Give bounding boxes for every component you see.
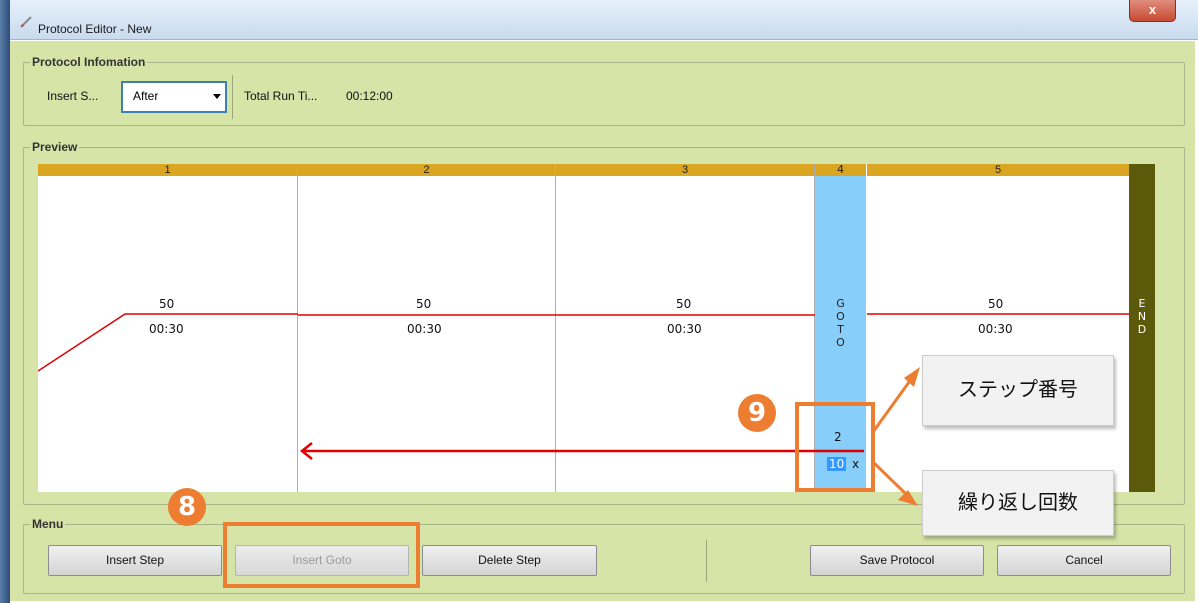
insert-step-label: Insert S... [47,89,99,103]
app-icon [20,16,32,28]
delete-step-button[interactable]: Delete Step [422,545,597,576]
save-protocol-button[interactable]: Save Protocol [810,545,984,576]
insert-position-value: After [133,89,159,103]
ramp-line [38,313,126,372]
title-bar[interactable]: Protocol Editor - New x [10,0,1198,40]
callout-step-number: ステップ番号 [922,355,1114,426]
protocol-info-title: Protocol Infomation [30,55,148,69]
goto-settings-highlight [795,402,875,492]
background-window-edge [0,0,10,603]
cancel-button[interactable]: Cancel [997,545,1171,576]
close-button[interactable]: x [1129,0,1176,22]
protocol-editor-window: Protocol Editor - New x Protocol Infomat… [0,0,1198,603]
step-badge-8: 8 [168,488,206,526]
window-title: Protocol Editor - New [38,22,152,36]
total-run-time-label: Total Run Ti... [244,89,318,103]
step-badge-9: 9 [738,394,776,432]
info-divider [232,75,233,119]
menu-divider [706,540,707,582]
temperature-profile-lines [38,313,1129,460]
insert-goto-highlight [223,522,420,588]
insert-position-dropdown[interactable]: After [121,81,227,113]
protocol-preview: 1 50 00:30 2 50 00:30 3 50 00:30 4 G O T… [38,164,1155,492]
menu-title: Menu [30,517,66,531]
protocol-info-group: Protocol Infomation Insert S... After To… [23,55,1185,126]
preview-title: Preview [30,140,80,154]
chevron-down-icon[interactable] [213,94,221,99]
total-run-time-value: 00:12:00 [346,89,393,103]
callout-repeat-count: 繰り返し回数 [922,470,1114,536]
insert-step-button[interactable]: Insert Step [48,545,222,576]
